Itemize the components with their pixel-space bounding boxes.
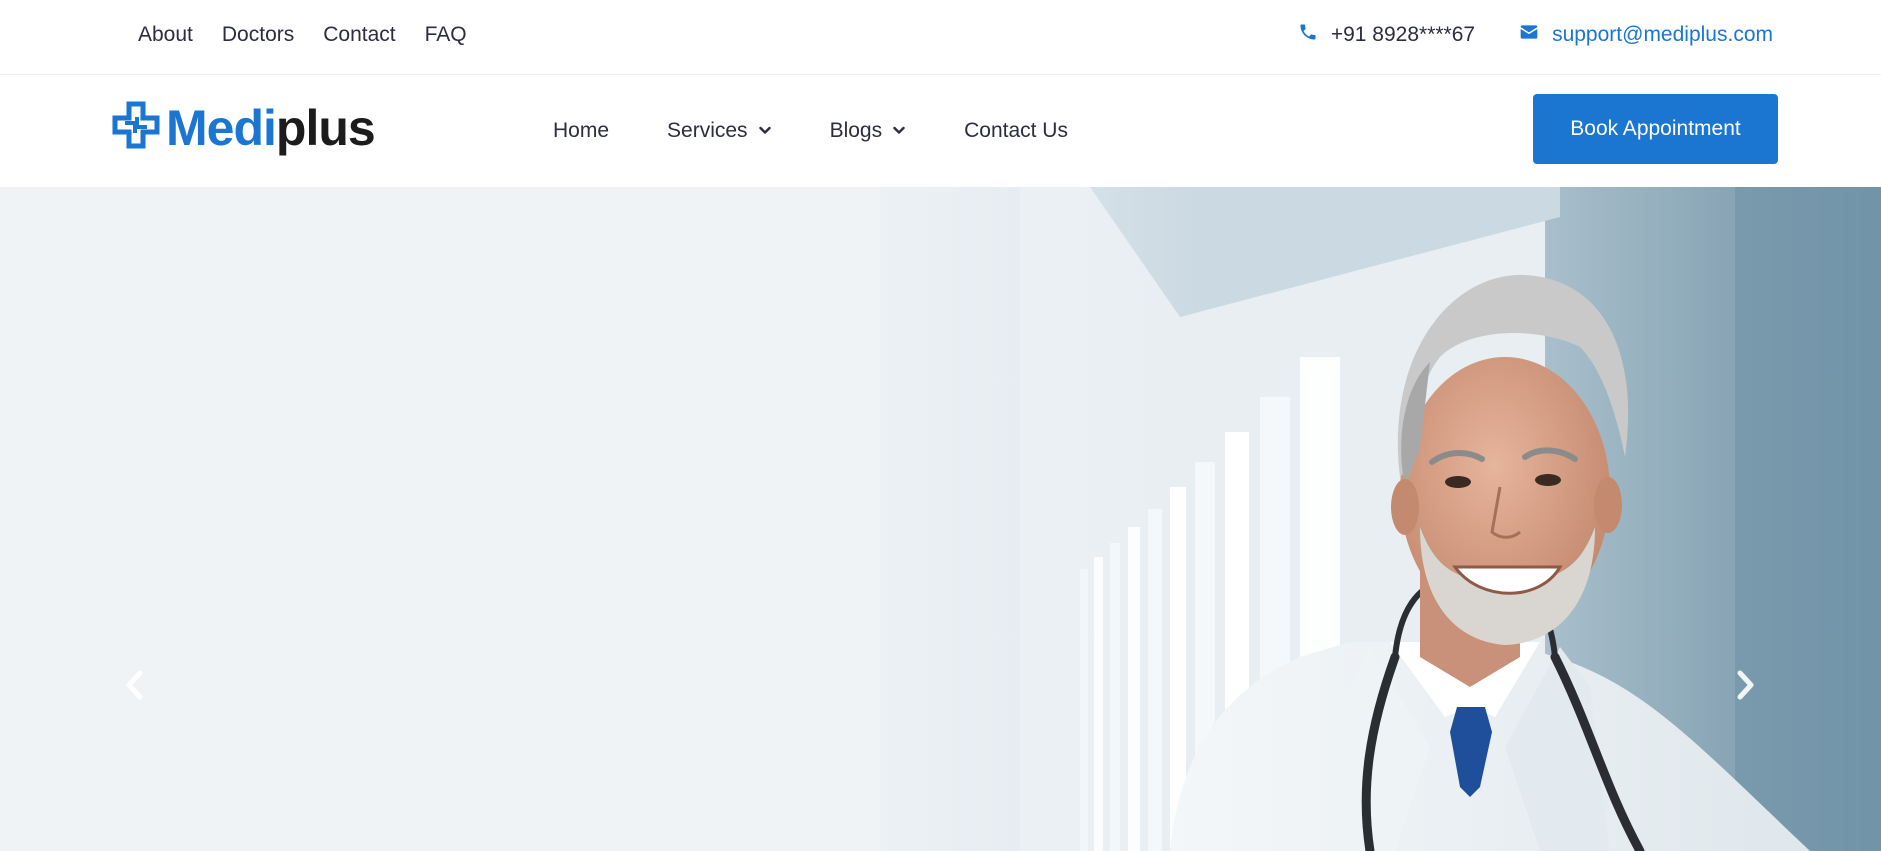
slider-next-button[interactable] [1730, 667, 1760, 707]
phone-icon [1298, 22, 1318, 48]
top-link-about[interactable]: About [138, 23, 193, 47]
chevron-down-icon [748, 119, 772, 143]
nav-item-blogs[interactable]: Blogs [830, 119, 907, 143]
logo[interactable]: Mediplus [112, 99, 376, 156]
nav-label: Blogs [829, 119, 883, 142]
contact-info: +91 8928****67 support@mediplus.com [1298, 0, 1773, 70]
top-links: About Doctors Contact FAQ [138, 0, 467, 70]
chevron-down-icon [882, 119, 906, 143]
book-appointment-button[interactable]: Book Appointment [1533, 94, 1778, 164]
logo-text: Mediplus [166, 99, 376, 156]
main-nav: Home Services Blogs Contact Us [553, 75, 1126, 187]
envelope-icon [1519, 22, 1539, 48]
nav-label: Services [667, 119, 748, 142]
chevron-left-icon [124, 669, 146, 706]
logo-text-plus: plus [275, 99, 376, 156]
top-link-faq[interactable]: FAQ [425, 23, 467, 47]
nav-label: Contact Us [964, 119, 1068, 142]
main-header: Mediplus Home Services Blogs Contact Us … [0, 75, 1881, 187]
nav-item-contact-us[interactable]: Contact Us [964, 119, 1068, 143]
nav-item-services[interactable]: Services [667, 119, 772, 143]
hero-slider [0, 187, 1881, 851]
hero-doctor-image [800, 187, 1881, 851]
top-link-contact[interactable]: Contact [323, 23, 395, 47]
nav-item-home[interactable]: Home [553, 119, 609, 143]
phone-contact[interactable]: +91 8928****67 [1298, 22, 1475, 48]
medical-cross-logo-icon [112, 101, 166, 154]
nav-label: Home [553, 119, 610, 142]
email-address: support@mediplus.com [1552, 23, 1773, 46]
chevron-right-icon [1734, 669, 1756, 706]
email-contact[interactable]: support@mediplus.com [1519, 22, 1773, 48]
logo-text-medi: Medi [166, 99, 277, 156]
topbar: About Doctors Contact FAQ +91 8928****67… [0, 0, 1881, 75]
top-link-doctors[interactable]: Doctors [222, 23, 294, 47]
phone-number: +91 8928****67 [1330, 23, 1476, 46]
slider-prev-button[interactable] [120, 667, 150, 707]
